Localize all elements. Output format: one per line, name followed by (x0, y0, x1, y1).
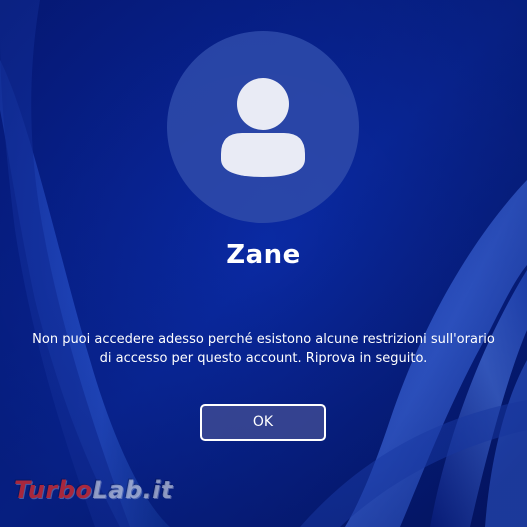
user-avatar (167, 31, 359, 223)
ok-button[interactable]: OK (200, 404, 326, 441)
watermark-brand-part2: Lab.it (92, 476, 173, 504)
sign-in-restriction-message: Non puoi accedere adesso perché esistono… (32, 332, 495, 366)
turbolab-watermark: TurboLab.it (14, 476, 173, 504)
lock-screen: Zane Non puoi accedere adesso perché esi… (0, 0, 527, 527)
user-name: Zane (226, 240, 301, 270)
user-silhouette-icon (221, 78, 305, 177)
watermark-brand-part1: Turbo (14, 476, 93, 504)
